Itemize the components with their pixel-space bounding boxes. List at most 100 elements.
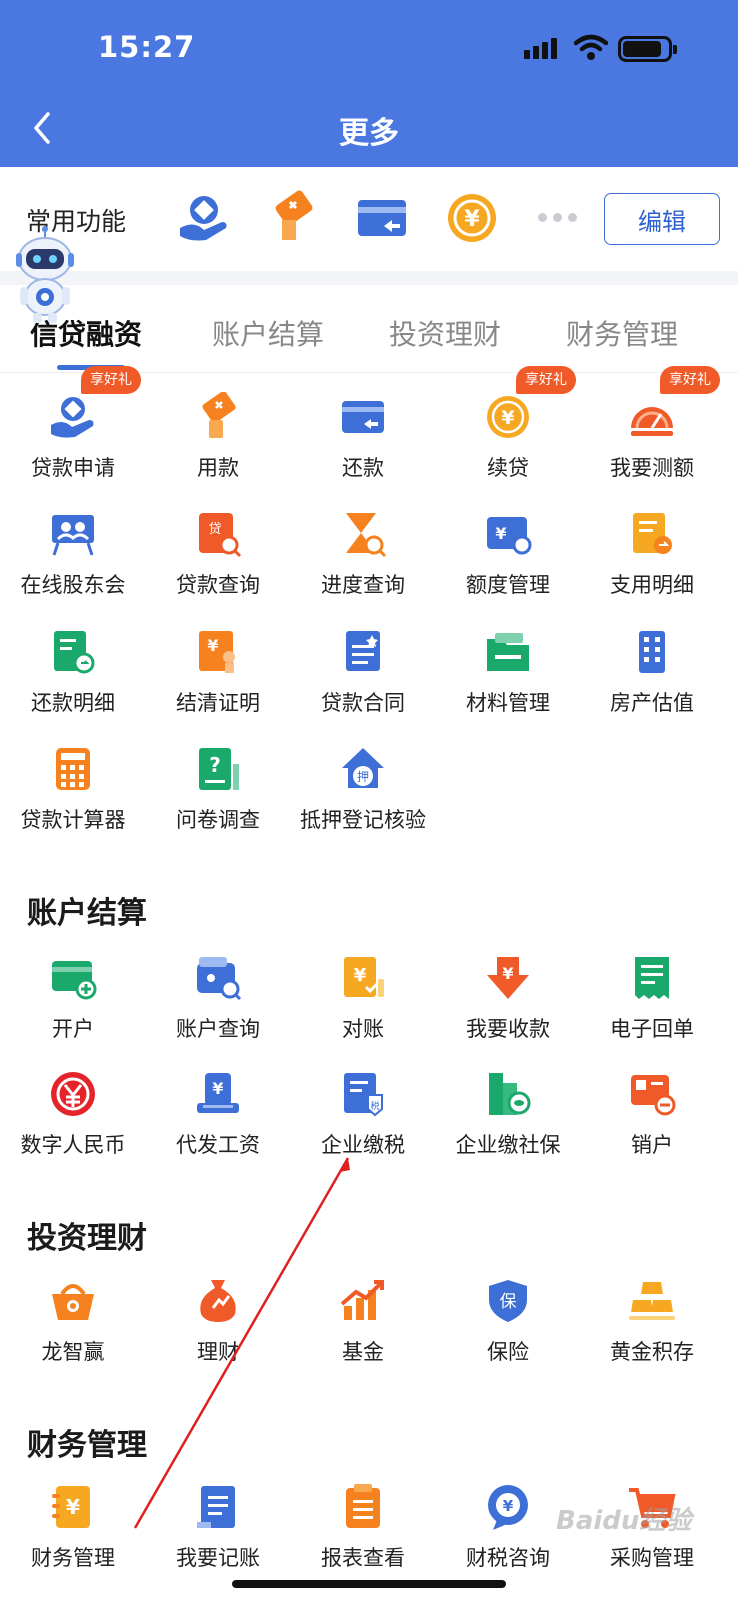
grid-item-digital-rmb[interactable]: 数字人民币 [0, 1069, 147, 1179]
grid-item-salary[interactable]: ¥ 代发工资 [144, 1069, 292, 1179]
grid-item-money-bag[interactable]: 理财 [144, 1276, 292, 1386]
grid-item-close-account[interactable]: 销户 [578, 1069, 726, 1179]
grid-item-calculator[interactable]: 贷款计算器 [0, 744, 147, 854]
svg-text:¥: ¥ [66, 1495, 80, 1519]
renew-loan-icon[interactable]: ¥ [444, 190, 500, 246]
hourglass-search-icon [346, 513, 387, 558]
grid-item-label: 贷款查询 [176, 573, 260, 597]
grid-item-tax-doc[interactable]: 税企业缴税 [289, 1069, 437, 1179]
grid-item-label: 还款明细 [31, 691, 115, 715]
close-account-icon [631, 1075, 676, 1116]
fund-chart-icon [340, 1280, 384, 1320]
grid-item-label: 房产估值 [610, 691, 694, 715]
svg-text:押: 押 [357, 770, 369, 784]
grid-item-label: 数字人民币 [20, 1133, 126, 1157]
category-tabs: 信贷融资 账户结算 投资理财 财务管理 [0, 285, 738, 373]
grid-item-bookkeeping[interactable]: 我要记账 [144, 1482, 292, 1592]
battery-icon [618, 36, 677, 62]
svg-text:¥: ¥ [501, 407, 514, 429]
tab-invest[interactable]: 投资理财 [389, 313, 501, 353]
grid-item-hourglass-search[interactable]: 进度查询 [289, 509, 437, 619]
calculator-icon [56, 748, 90, 790]
grid-item-repay-doc[interactable]: 还款明细 [0, 627, 147, 737]
grid-item-report[interactable]: 报表查看 [289, 1482, 437, 1592]
grid-item-contract[interactable]: 贷款合同 [289, 627, 437, 737]
edit-button[interactable]: 编辑 [604, 193, 720, 245]
grid-item-gold-bars[interactable]: 黄金积存 [578, 1276, 726, 1386]
grid-item-fund-chart[interactable]: 基金 [289, 1276, 437, 1386]
svg-text:¥: ¥ [502, 964, 513, 983]
folder-icon [487, 633, 529, 671]
tax-doc-icon: 税 [344, 1073, 383, 1117]
open-account-icon [52, 961, 97, 1000]
survey-icon: ? [199, 748, 239, 790]
grid-item-label: 销户 [631, 1133, 673, 1157]
grid-item-finance-book[interactable]: ¥ 财务管理 [0, 1482, 147, 1592]
grid-item-label: 问卷调查 [176, 808, 260, 832]
use-money-icon[interactable] [264, 190, 320, 246]
grid-item-survey[interactable]: ? 问卷调查 [144, 744, 292, 854]
grid-item-detail-doc[interactable]: 支用明细 [578, 509, 726, 619]
money-bag-icon [200, 1280, 236, 1322]
grid-item-tax-chat[interactable]: ¥ 财税咨询 [434, 1482, 582, 1592]
grid-item-folder[interactable]: 材料管理 [434, 627, 582, 737]
svg-text:¥: ¥ [207, 636, 218, 655]
grid-item-shield-insurance[interactable]: 保保险 [434, 1276, 582, 1386]
grid-item-label: 账户查询 [176, 1017, 260, 1041]
grid-item-receipt[interactable]: 电子回单 [578, 953, 726, 1063]
header-bar: 15:27 更多 [0, 0, 738, 167]
social-security-icon [489, 1073, 531, 1115]
grid-item-hand-person[interactable]: 贷款申请 享好礼 [0, 366, 147, 502]
tab-finance[interactable]: 财务管理 [566, 313, 678, 353]
grid-item-label: 开户 [52, 1017, 94, 1041]
grid-item-label: 抵押登记核验 [300, 808, 426, 832]
robot-mascot-icon[interactable] [8, 225, 82, 325]
loan-apply-icon[interactable] [176, 190, 232, 246]
grid-item-label: 我要测额 [610, 456, 694, 480]
grid-item-label: 保险 [487, 1340, 529, 1364]
loan-search-icon: 贷 [199, 513, 242, 558]
card-return-icon [342, 401, 384, 433]
grid-item-card-return[interactable]: 还款 [289, 392, 437, 502]
page-title: 更多 [339, 116, 399, 151]
grid-item-gauge[interactable]: 我要测额 享好礼 [578, 366, 726, 502]
svg-text:?: ? [209, 753, 221, 777]
grid-item-money-hand[interactable]: 用款 [144, 392, 292, 502]
grid-item-label: 对账 [342, 1017, 384, 1041]
repay-card-icon[interactable] [354, 190, 410, 246]
grid-item-building[interactable]: 房产估值 [578, 627, 726, 737]
grid-item-label: 贷款合同 [321, 691, 405, 715]
grid-item-label: 贷款申请 [31, 456, 115, 480]
grid-item-label: 用款 [197, 456, 239, 480]
grid-item-basket[interactable]: 龙智赢 [0, 1276, 147, 1386]
section-title-account: 账户结算 [27, 896, 147, 931]
grid-item-mortgage-house[interactable]: 押抵押登记核验 [289, 744, 437, 854]
quota-card-icon: ¥ [487, 517, 532, 555]
bookkeeping-icon [197, 1486, 235, 1528]
grid-item-wallet-search[interactable]: 账户查询 [144, 953, 292, 1063]
grid-item-label: 企业缴税 [321, 1133, 405, 1157]
grid-item-label: 续贷 [487, 456, 529, 480]
grid-item-label: 报表查看 [321, 1546, 405, 1570]
yuan-coin-icon: ¥ [487, 396, 529, 438]
grid-item-cart[interactable]: 采购管理 [578, 1482, 726, 1592]
grid-item-reconcile[interactable]: ¥ 对账 [289, 953, 437, 1063]
tab-account[interactable]: 账户结算 [212, 313, 324, 353]
svg-text:税: 税 [370, 1100, 379, 1112]
grid-item-label: 财务管理 [31, 1546, 115, 1570]
grid-item-yuan-coin[interactable]: ¥ 续贷 享好礼 [434, 366, 582, 502]
grid-item-quota-card[interactable]: ¥ 额度管理 [434, 509, 582, 619]
gauge-icon [631, 407, 673, 436]
grid-item-label: 材料管理 [466, 691, 550, 715]
svg-text:¥: ¥ [212, 1079, 223, 1098]
grid-item-label: 理财 [197, 1340, 239, 1364]
grid-item-loan-search[interactable]: 贷贷款查询 [144, 509, 292, 619]
grid-item-receive-money[interactable]: ¥ 我要收款 [434, 953, 582, 1063]
grid-item-settle-cert[interactable]: ¥ 结清证明 [144, 627, 292, 737]
grid-item-open-account[interactable]: 开户 [0, 953, 147, 1063]
grid-item-social-security[interactable]: 企业缴社保 [434, 1069, 582, 1179]
money-hand-icon [202, 392, 236, 438]
gift-badge: 享好礼 [81, 366, 141, 394]
more-dots-icon [538, 213, 577, 222]
grid-item-meeting-board[interactable]: 在线股东会 [0, 509, 147, 619]
